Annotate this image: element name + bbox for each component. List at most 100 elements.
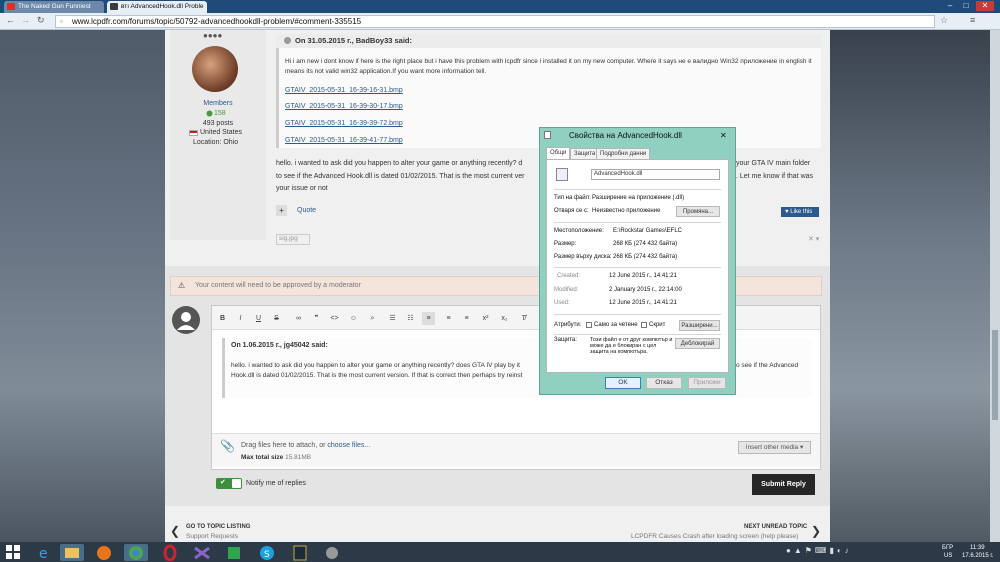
language-indicator[interactable]: БГР (942, 545, 953, 551)
filename-input[interactable]: AdvancedHook.dll (591, 169, 720, 180)
store-icon[interactable] (222, 544, 246, 561)
next-topic-sub: LCPDFR Causes Crash after loading screen… (631, 533, 799, 540)
readonly-checkbox[interactable] (586, 322, 592, 328)
modified-label: Modified: (554, 287, 579, 293)
attributes-label: Атрибути: (554, 322, 582, 328)
post-body-line: . Let me know if that was (736, 173, 814, 180)
opera-icon[interactable] (158, 544, 182, 562)
attachment-link[interactable]: GTAIV_2015-05-31_16-39-30-17.bmp (285, 103, 403, 110)
tab-details[interactable]: Подробни данни (596, 148, 651, 159)
quote-button[interactable]: Quote (297, 207, 316, 214)
align-center-icon[interactable]: ≡ (442, 312, 455, 325)
change-button[interactable]: Промяна... (676, 206, 720, 217)
unblock-button[interactable]: Деблокирай (675, 338, 720, 349)
italic-icon[interactable]: I (234, 312, 247, 325)
choose-files-link[interactable]: choose files... (327, 442, 370, 449)
quote-body: Hi i am new i dont know if here is the r… (285, 58, 812, 75)
align-left-icon[interactable]: ≡ (422, 312, 435, 325)
explorer-icon[interactable] (60, 544, 84, 561)
author-rank-dots: ●●●● (203, 31, 223, 40)
browser-tab-bar: The Naked Gun Funniest втı AdvancedHook.… (0, 0, 1000, 13)
background-image-left (0, 30, 165, 542)
league-icon[interactable] (288, 544, 312, 561)
start-windows-icon[interactable] (6, 545, 20, 559)
system-tray-icons[interactable]: ●▲⚑⌨▮◐♪ (786, 546, 926, 558)
svg-text:e: e (39, 546, 48, 561)
browser-tab[interactable]: The Naked Gun Funniest (4, 1, 104, 13)
visual-studio-icon[interactable] (190, 544, 214, 561)
attachment-link[interactable]: GTAIV_2015-05-31_16-39-39-72.bmp (285, 120, 403, 127)
minimize-icon[interactable]: – (944, 1, 956, 11)
search-icon[interactable]: ⌕ (366, 312, 379, 325)
next-topic-link[interactable]: NEXT UNREAD TOPIC (744, 524, 807, 530)
attachment-link[interactable]: GTAIV_2015-05-31_16-39-41-77.bmp (285, 137, 403, 144)
browser-tab-active[interactable]: втı AdvancedHook.dll Proble (107, 1, 207, 13)
dialog-close-icon[interactable]: ✕ (720, 131, 727, 140)
chevron-left-icon[interactable]: ❮ (170, 524, 180, 538)
post-body-line: your issue or not (276, 185, 328, 192)
hidden-checkbox[interactable] (641, 322, 647, 328)
created-value: 12 June 2015 г., 14:41:21 (609, 273, 677, 279)
type-label: Тип на файл: (554, 195, 591, 201)
bullet-list-icon[interactable]: ☰ (386, 312, 399, 325)
underline-icon[interactable]: U (252, 312, 265, 325)
firefox-icon[interactable] (92, 544, 116, 561)
svg-text:S: S (264, 550, 270, 560)
modified-value: 2 January 2015 г., 22:14:00 (609, 287, 682, 293)
like-button[interactable]: ♥ Like this (781, 207, 819, 217)
clock-time[interactable]: 11:39 (970, 545, 985, 551)
superscript-icon[interactable]: x² (479, 312, 492, 325)
attach-area[interactable] (212, 433, 820, 467)
tab-security[interactable]: Защита (570, 148, 600, 159)
dll-file-icon (556, 168, 568, 181)
strikethrough-icon[interactable]: S (270, 312, 283, 325)
type-value: Разширение на приложение (.dll) (592, 195, 685, 201)
file-icon (544, 131, 551, 139)
subscript-icon[interactable]: x₂ (498, 312, 511, 325)
back-icon[interactable]: ← (6, 15, 15, 25)
opens-label: Отваря се с: (554, 208, 589, 214)
multiquote-add-icon[interactable]: + (276, 205, 287, 216)
attachment-link[interactable]: GTAIV_2015-05-31_16-39-16-31.bmp (285, 87, 403, 94)
disk-size-label: Размер върху диска: (554, 254, 612, 260)
submit-reply-button[interactable]: Submit Reply (752, 474, 815, 495)
align-right-icon[interactable]: ≡ (460, 312, 473, 325)
address-toolbar: ← → ↻ ▫ www.lcpdfr.com/forums/topic/5079… (0, 13, 1000, 30)
scrollbar-thumb[interactable] (992, 330, 998, 420)
quote-format-icon[interactable]: ❞ (310, 312, 323, 325)
maximize-icon[interactable]: □ (960, 1, 972, 11)
bookmark-star-icon[interactable]: ☆ (940, 15, 948, 26)
report-icon[interactable]: ✕ ▾ (808, 235, 819, 243)
location-label: Местоположение: (554, 228, 604, 234)
skype-icon[interactable]: S (255, 544, 279, 561)
apply-button[interactable]: Приложи (688, 377, 726, 389)
clock-date: 17.6.2015 г. (962, 553, 994, 559)
reload-icon[interactable]: ↻ (37, 15, 45, 26)
emoticon-icon[interactable]: ☺ (347, 312, 360, 325)
cancel-button[interactable]: Отказ (646, 377, 682, 389)
scrollbar[interactable] (990, 30, 1000, 542)
prev-topic-link[interactable]: GO TO TOPIC LISTING (186, 524, 250, 530)
language-sub: US (944, 553, 953, 559)
clear-format-icon[interactable]: T̸ (517, 312, 530, 325)
notify-toggle[interactable]: ✔ (216, 478, 242, 489)
size-value: 268 КБ (274 432 байта) (613, 241, 678, 247)
url-input[interactable]: ▫ www.lcpdfr.com/forums/topic/50792-adva… (55, 15, 935, 28)
numbered-list-icon[interactable]: ☷ (404, 312, 417, 325)
link-icon[interactable]: ∞ (292, 312, 305, 325)
code-icon[interactable]: <> (328, 312, 341, 325)
chevron-right-icon[interactable]: ❯ (811, 524, 821, 538)
check-icon: ✔ (220, 479, 226, 486)
ok-button[interactable]: OK (605, 377, 641, 389)
bold-icon[interactable]: B (216, 312, 229, 325)
ie-icon[interactable]: e (32, 544, 56, 562)
advanced-button[interactable]: Разширени... (679, 320, 720, 331)
menu-icon[interactable]: ≡ (970, 15, 975, 25)
close-icon[interactable]: ✕ (976, 1, 994, 11)
avatar[interactable] (192, 46, 238, 92)
app-icon[interactable] (320, 544, 344, 561)
forward-icon[interactable]: → (21, 15, 30, 25)
chrome-icon[interactable] (124, 544, 148, 561)
signature-image: sig.jpg (276, 234, 310, 245)
insert-media-button[interactable]: Insert other media ▾ (738, 441, 811, 454)
